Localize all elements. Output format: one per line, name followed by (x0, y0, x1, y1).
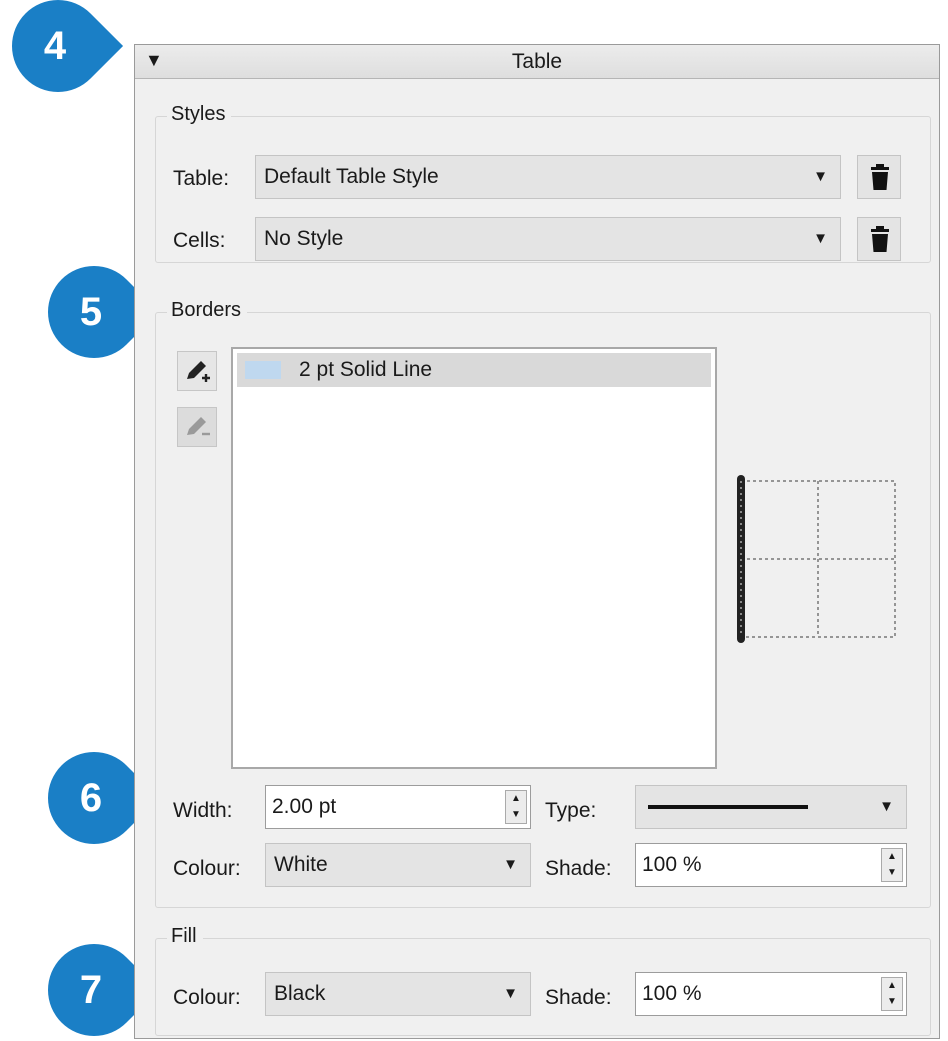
fill-colour-value: Black (274, 982, 326, 1005)
list-item-label: 2 pt Solid Line (299, 358, 433, 381)
border-shade-label: Shade: (545, 857, 612, 880)
trash-icon (871, 164, 889, 190)
callout-6: 6 (28, 732, 160, 864)
border-shade-input[interactable]: 100 % ▲ ▼ (635, 843, 907, 887)
fill-shade-input[interactable]: 100 % ▲ ▼ (635, 972, 907, 1016)
border-type-select[interactable]: ▼ (635, 785, 907, 829)
cells-style-value: No Style (264, 227, 344, 250)
table-style-label: Table: (173, 167, 230, 190)
pen-edit-icon (187, 417, 210, 436)
delete-cells-style-button[interactable] (857, 217, 901, 261)
border-color-swatch (245, 361, 281, 379)
list-item[interactable]: 2 pt Solid Line (237, 353, 711, 387)
spin-arrows-icon[interactable]: ▲ ▼ (505, 790, 527, 824)
chevron-down-icon: ▼ (503, 985, 518, 1002)
border-type-label: Type: (545, 799, 597, 822)
border-colour-select[interactable]: White ▼ (265, 843, 531, 887)
chevron-down-icon: ▼ (813, 230, 828, 247)
delete-table-style-button[interactable] (857, 155, 901, 199)
fill-group-label: Fill (167, 925, 203, 948)
add-border-style-button[interactable] (177, 351, 217, 391)
border-styles-list[interactable]: 2 pt Solid Line (231, 347, 717, 769)
borders-group-label: Borders (167, 299, 248, 322)
solid-line-preview-icon (648, 805, 808, 809)
trash-icon (871, 226, 889, 252)
spin-arrows-icon[interactable]: ▲ ▼ (881, 848, 903, 882)
panel-titlebar[interactable]: ▼ Table (135, 45, 939, 79)
fill-shade-value: 100 % (642, 982, 702, 1005)
cells-style-select[interactable]: No Style ▼ (255, 217, 841, 261)
fill-shade-label: Shade: (545, 986, 612, 1009)
fill-colour-label: Colour: (173, 986, 241, 1009)
fill-colour-select[interactable]: Black ▼ (265, 972, 531, 1016)
panel-title: Table (511, 50, 563, 73)
callout-5: 5 (28, 246, 160, 378)
chevron-down-icon: ▼ (879, 798, 894, 815)
border-width-value: 2.00 pt (272, 795, 337, 818)
styles-group-label: Styles (167, 103, 232, 126)
border-width-input[interactable]: 2.00 pt ▲ ▼ (265, 785, 531, 829)
border-preview-grid[interactable] (731, 473, 903, 645)
table-panel: ▼ Table Styles Table: Default Table Styl… (134, 44, 940, 1039)
callout-7: 7 (28, 924, 160, 1041)
chevron-down-icon: ▼ (813, 168, 828, 185)
border-shade-value: 100 % (642, 853, 702, 876)
edit-border-style-button[interactable] (177, 407, 217, 447)
border-colour-value: White (274, 853, 328, 876)
cells-style-label: Cells: (173, 229, 226, 252)
border-width-label: Width: (173, 799, 233, 822)
table-style-select[interactable]: Default Table Style ▼ (255, 155, 841, 199)
chevron-down-icon: ▼ (503, 856, 518, 873)
spin-arrows-icon[interactable]: ▲ ▼ (881, 977, 903, 1011)
border-colour-label: Colour: (173, 857, 241, 880)
pen-add-icon (187, 361, 210, 382)
callout-4: 4 (0, 0, 124, 112)
table-style-value: Default Table Style (264, 165, 439, 188)
